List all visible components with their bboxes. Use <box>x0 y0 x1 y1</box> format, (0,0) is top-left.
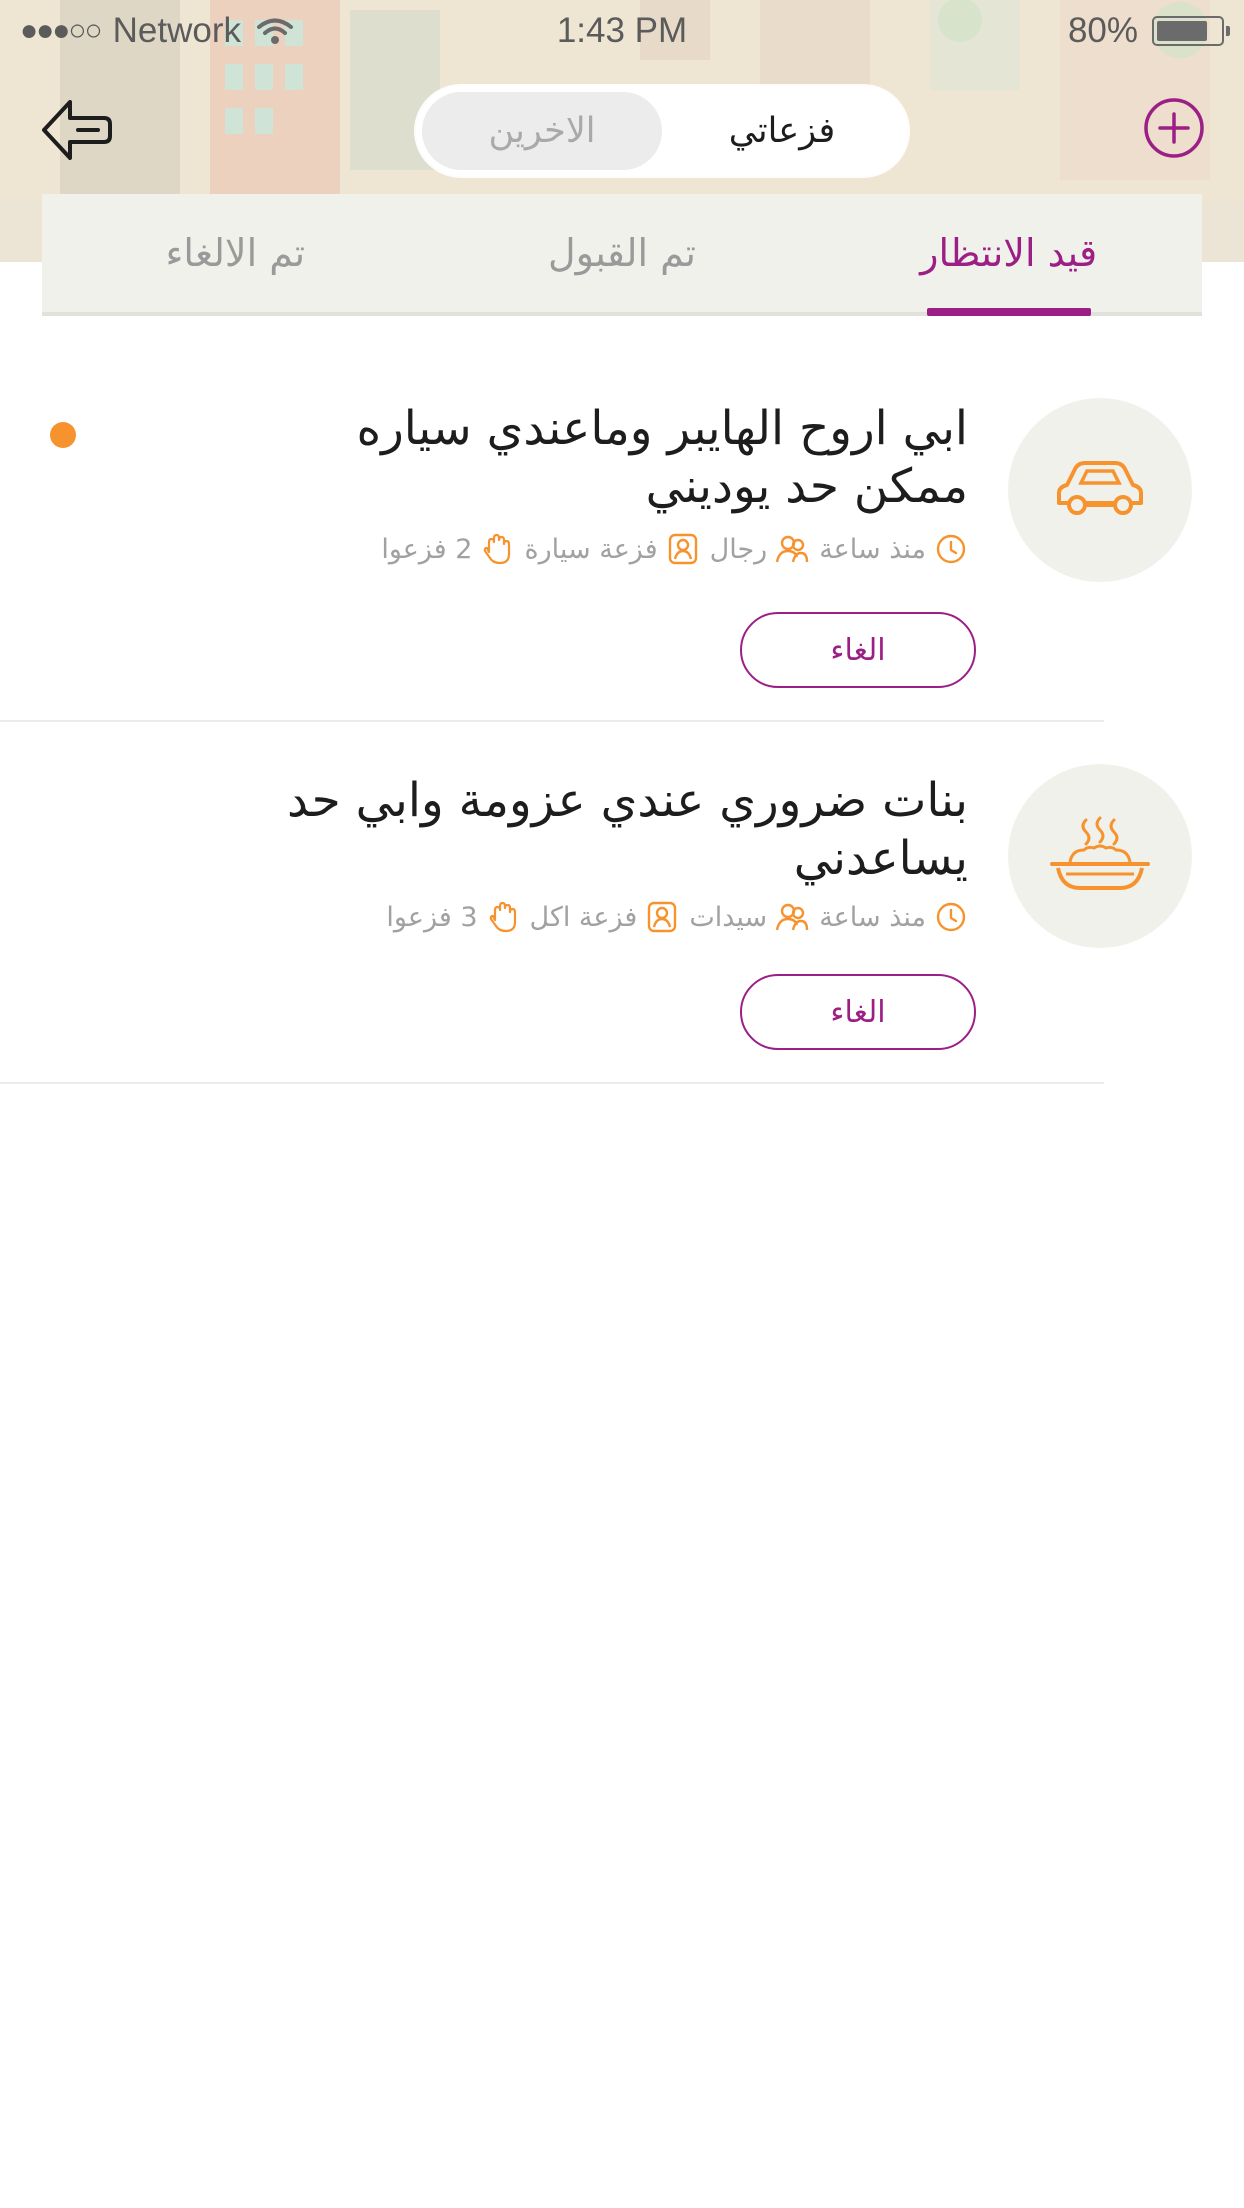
request-card[interactable]: ابي اروح الهايبر وماعندي سياره ممكن حد ي… <box>0 360 1192 722</box>
clock-icon <box>936 534 966 564</box>
tab-cancelled-label: تم الالغاء <box>165 231 306 275</box>
meta-audience-text: سيدات <box>689 901 768 933</box>
tab-pending-label: قيد الانتظار <box>920 231 1098 275</box>
hand-icon <box>489 901 516 933</box>
request-title: بنات ضروري عندي عزومة وابي حد يساعدني <box>286 773 968 886</box>
car-icon <box>1057 461 1143 515</box>
meta-audience: رجال <box>710 532 810 566</box>
meta-audience: سيدات <box>689 900 809 934</box>
request-card[interactable]: بنات ضروري عندي عزومة وابي حد يساعدني من… <box>0 724 1192 1084</box>
carrier-name: Network <box>112 11 241 50</box>
add-request-button[interactable] <box>1142 96 1206 160</box>
tab-accepted-label: تم القبول <box>547 231 696 275</box>
status-bar: ●●●○○ Network 1:43 PM 80% <box>0 0 1244 62</box>
meta-time-text: منذ ساعة <box>819 901 926 933</box>
request-title: ابي اروح الهايبر وماعندي سياره ممكن حد ي… <box>356 401 968 514</box>
meta-time: منذ ساعة <box>819 900 968 934</box>
request-meta: منذ ساعة سيدات فزعة اكل 3 فزعوا <box>386 900 968 934</box>
category-avatar <box>1008 764 1192 948</box>
plus-circle-icon <box>1144 98 1204 158</box>
meta-responders-text: 2 فزعوا <box>381 533 473 565</box>
back-arrow-icon <box>42 100 112 160</box>
unread-indicator <box>50 422 76 448</box>
cancel-button[interactable]: الغاء <box>740 974 976 1050</box>
meta-category: فزعة اكل <box>530 900 680 934</box>
cancel-button[interactable]: الغاء <box>740 612 976 688</box>
segment-my-requests[interactable]: فزعاتي <box>662 92 902 170</box>
user-badge-icon <box>648 901 677 933</box>
meta-responders-text: 3 فزعوا <box>386 901 478 933</box>
segment-others[interactable]: الاخرين <box>422 92 662 170</box>
food-dish-icon <box>1050 816 1150 890</box>
tab-pending[interactable]: قيد الانتظار <box>815 194 1202 316</box>
hand-icon <box>484 533 511 565</box>
request-meta: منذ ساعة رجال فزعة سيارة 2 فزعوا <box>381 532 968 566</box>
meta-responders: 3 فزعوا <box>386 900 519 934</box>
meta-category-text: فزعة اكل <box>529 901 638 933</box>
category-avatar <box>1008 398 1192 582</box>
meta-category-text: فزعة سيارة <box>524 533 658 565</box>
meta-category: فزعة سيارة <box>524 532 699 566</box>
status-tabs: قيد الانتظار تم القبول تم الالغاء <box>42 194 1202 316</box>
battery-fill <box>1157 21 1207 41</box>
back-button[interactable] <box>40 96 112 164</box>
meta-responders: 2 فزعوا <box>381 532 514 566</box>
meta-audience-text: رجال <box>709 533 768 565</box>
wifi-icon <box>256 18 293 44</box>
meta-time-text: منذ ساعة <box>819 533 926 565</box>
active-tab-indicator <box>926 308 1091 316</box>
meta-time: منذ ساعة <box>819 532 968 566</box>
tab-cancelled[interactable]: تم الالغاء <box>42 194 429 312</box>
battery-percent: 80% <box>1067 11 1138 50</box>
people-icon <box>776 535 809 563</box>
people-icon <box>776 903 809 931</box>
signal-strength: ●●●○○ <box>20 14 103 47</box>
clock-icon <box>936 902 966 932</box>
user-badge-icon <box>668 533 697 565</box>
battery-icon <box>1152 16 1230 46</box>
segmented-control: الاخرين فزعاتي <box>416 86 908 176</box>
tab-accepted[interactable]: تم القبول <box>429 194 816 312</box>
